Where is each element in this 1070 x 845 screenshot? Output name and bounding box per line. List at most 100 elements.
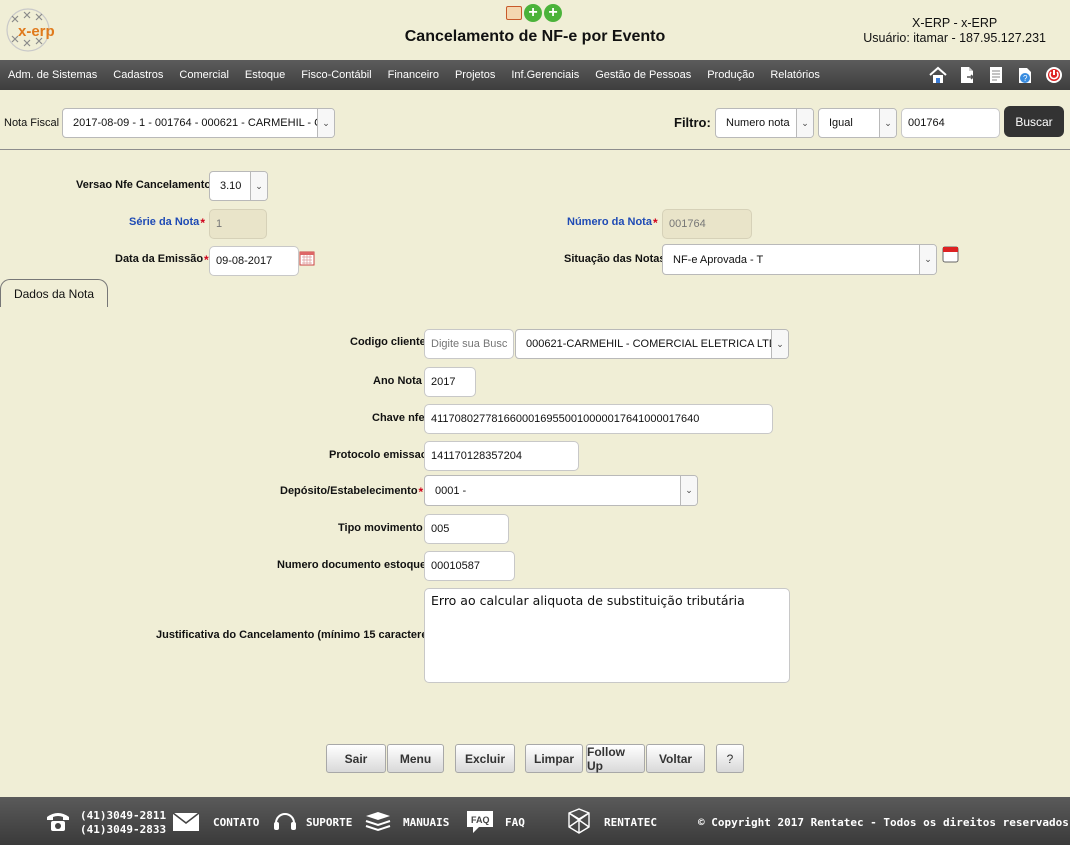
add-new-icon[interactable]: + (544, 4, 562, 22)
situacao-calendar-icon[interactable] (942, 246, 959, 263)
situacao-label: Situação das Notas (564, 253, 666, 265)
buscar-button[interactable]: Buscar (1004, 106, 1064, 137)
serie-input[interactable]: 1 (209, 209, 267, 239)
menu-inf-gerenciais[interactable]: Inf.Gerenciais (503, 69, 587, 81)
copyright: © Copyright 2017 Rentatec - Todos os dir… (698, 816, 1069, 829)
main-menu: Adm. de Sistemas Cadastros Comercial Est… (0, 60, 1070, 90)
deposito-select[interactable]: 0001 - ⌄ (424, 475, 698, 506)
filtro-label: Filtro: (674, 115, 711, 130)
manuais-link[interactable]: MANUAIS (403, 816, 449, 829)
menu-financeiro[interactable]: Financeiro (380, 69, 447, 81)
calendar-icon[interactable] (299, 250, 315, 266)
chevron-down-icon: ⌄ (879, 109, 896, 137)
menu-relatorios[interactable]: Relatórios (762, 69, 828, 81)
header: x-erp + + Cancelamento de NF-e por Event… (0, 0, 1070, 60)
numero-documento-label: Numero documento estoque (277, 559, 427, 571)
data-emissao-label: Data da Emissão* (115, 253, 209, 267)
power-icon[interactable] (1044, 65, 1064, 85)
filter-operator-select[interactable]: Igual ⌄ (818, 108, 897, 138)
chave-nfe-label: Chave nfe (372, 412, 425, 424)
add-icon[interactable]: + (524, 4, 542, 22)
voltar-button[interactable]: Voltar (646, 744, 705, 773)
chevron-down-icon: ⌄ (919, 245, 936, 274)
phone-icon (45, 809, 71, 836)
nota-fiscal-select[interactable]: 2017-08-09 - 1 - 001764 - 000621 - CARME… (62, 108, 335, 138)
help-button[interactable]: ? (716, 744, 744, 773)
svg-text:?: ? (1023, 74, 1028, 83)
numero-input[interactable]: 001764 (662, 209, 752, 239)
menu-fisco-contabil[interactable]: Fisco-Contábil (293, 69, 379, 81)
document-icon[interactable] (986, 65, 1006, 85)
nota-fiscal-label: Nota Fiscal (4, 117, 60, 129)
numero-documento-input[interactable]: 00010587 (424, 551, 515, 581)
chevron-down-icon: ⌄ (250, 172, 267, 200)
excluir-button[interactable]: Excluir (455, 744, 515, 773)
codigo-cliente-label: Codigo cliente (350, 336, 426, 348)
top-quick-icons: + + (506, 4, 562, 22)
faq-icon: FAQ (465, 809, 495, 838)
menu-button[interactable]: Menu (387, 744, 444, 773)
mail-icon (172, 812, 200, 835)
versao-value: 3.10 (220, 180, 242, 192)
menu-comercial[interactable]: Comercial (171, 69, 237, 81)
versao-select[interactable]: 3.10 ⌄ (209, 171, 268, 201)
ano-nota-input[interactable]: 2017 (424, 367, 476, 397)
protocolo-input[interactable]: 141170128357204 (424, 441, 579, 471)
filter-operator-value: Igual (829, 117, 853, 129)
tipo-movimento-label: Tipo movimento (338, 522, 423, 534)
data-emissao-input[interactable]: 09-08-2017 (209, 246, 299, 276)
suporte-link[interactable]: SUPORTE (306, 816, 352, 829)
footer: (41)3049-2811 (41)3049-2833 CONTATO SUPO… (0, 797, 1070, 845)
follow-up-button[interactable]: Follow Up (586, 744, 645, 773)
rentatec-icon (565, 807, 593, 838)
phone-2: (41)3049-2833 (80, 823, 167, 836)
phone-1: (41)3049-2811 (80, 809, 167, 822)
filter-search-input[interactable]: 001764 (901, 108, 1000, 138)
deposito-label: Depósito/Estabelecimento* (280, 485, 424, 499)
faq-link[interactable]: FAQ (505, 816, 525, 829)
rentatec-link[interactable]: RENTATEC (604, 816, 657, 829)
headset-icon (272, 809, 298, 838)
versao-label: Versao Nfe Cancelamento (76, 179, 212, 191)
chave-nfe-input[interactable]: 4117080277816600016955001000001764100001… (424, 404, 773, 434)
justificativa-textarea[interactable] (424, 588, 790, 683)
protocolo-label: Protocolo emissao (329, 449, 428, 461)
user-info: X-ERP - x-ERP Usuário: itamar - 187.95.1… (863, 16, 1046, 46)
cliente-select[interactable]: 000621-CARMEHIL - COMERCIAL ELETRICA LTD… (515, 329, 789, 359)
manuals-icon (364, 811, 392, 836)
numero-label: Número da Nota* (567, 216, 658, 230)
justificativa-label: Justificativa do Cancelamento (mínimo 15… (156, 629, 438, 641)
help-globe-icon[interactable]: ? (1015, 65, 1035, 85)
contato-link[interactable]: CONTATO (213, 816, 259, 829)
menu-projetos[interactable]: Projetos (447, 69, 503, 81)
chevron-down-icon: ⌄ (317, 109, 334, 137)
menu-cadastros[interactable]: Cadastros (105, 69, 171, 81)
document-export-icon[interactable] (957, 65, 977, 85)
menu-adm-sistemas[interactable]: Adm. de Sistemas (0, 69, 105, 81)
report-icon[interactable] (506, 6, 522, 20)
menu-estoque[interactable]: Estoque (237, 69, 293, 81)
limpar-button[interactable]: Limpar (525, 744, 583, 773)
chevron-down-icon: ⌄ (771, 330, 788, 358)
cliente-value: 000621-CARMEHIL - COMERCIAL ELETRICA LTD… (526, 338, 788, 350)
menu-gestao-pessoas[interactable]: Gestão de Pessoas (587, 69, 699, 81)
menu-producao[interactable]: Produção (699, 69, 762, 81)
svg-text:FAQ: FAQ (471, 815, 490, 825)
situacao-value: NF-e Aprovada - T (673, 253, 764, 266)
sair-button[interactable]: Sair (326, 744, 386, 773)
chevron-down-icon: ⌄ (796, 109, 813, 137)
tipo-movimento-input[interactable]: 005 (424, 514, 509, 544)
nav-icons: ? (928, 65, 1064, 85)
home-icon[interactable] (928, 65, 948, 85)
filter-field-select[interactable]: Numero nota ⌄ (715, 108, 814, 138)
filter-field-value: Numero nota (726, 117, 790, 129)
user-name: Usuário: itamar - 187.95.127.231 (863, 31, 1046, 45)
tab-dados-nota[interactable]: Dados da Nota (0, 279, 108, 307)
divider (0, 149, 1070, 150)
cliente-search-input[interactable] (424, 329, 514, 359)
situacao-select[interactable]: NF-e Aprovada - T ⌄ (662, 244, 937, 275)
system-name: X-ERP - x-ERP (912, 16, 998, 30)
nota-fiscal-value: 2017-08-09 - 1 - 001764 - 000621 - CARME… (73, 117, 323, 129)
ano-nota-label: Ano Nota (373, 375, 422, 387)
deposito-value: 0001 - (435, 484, 467, 497)
